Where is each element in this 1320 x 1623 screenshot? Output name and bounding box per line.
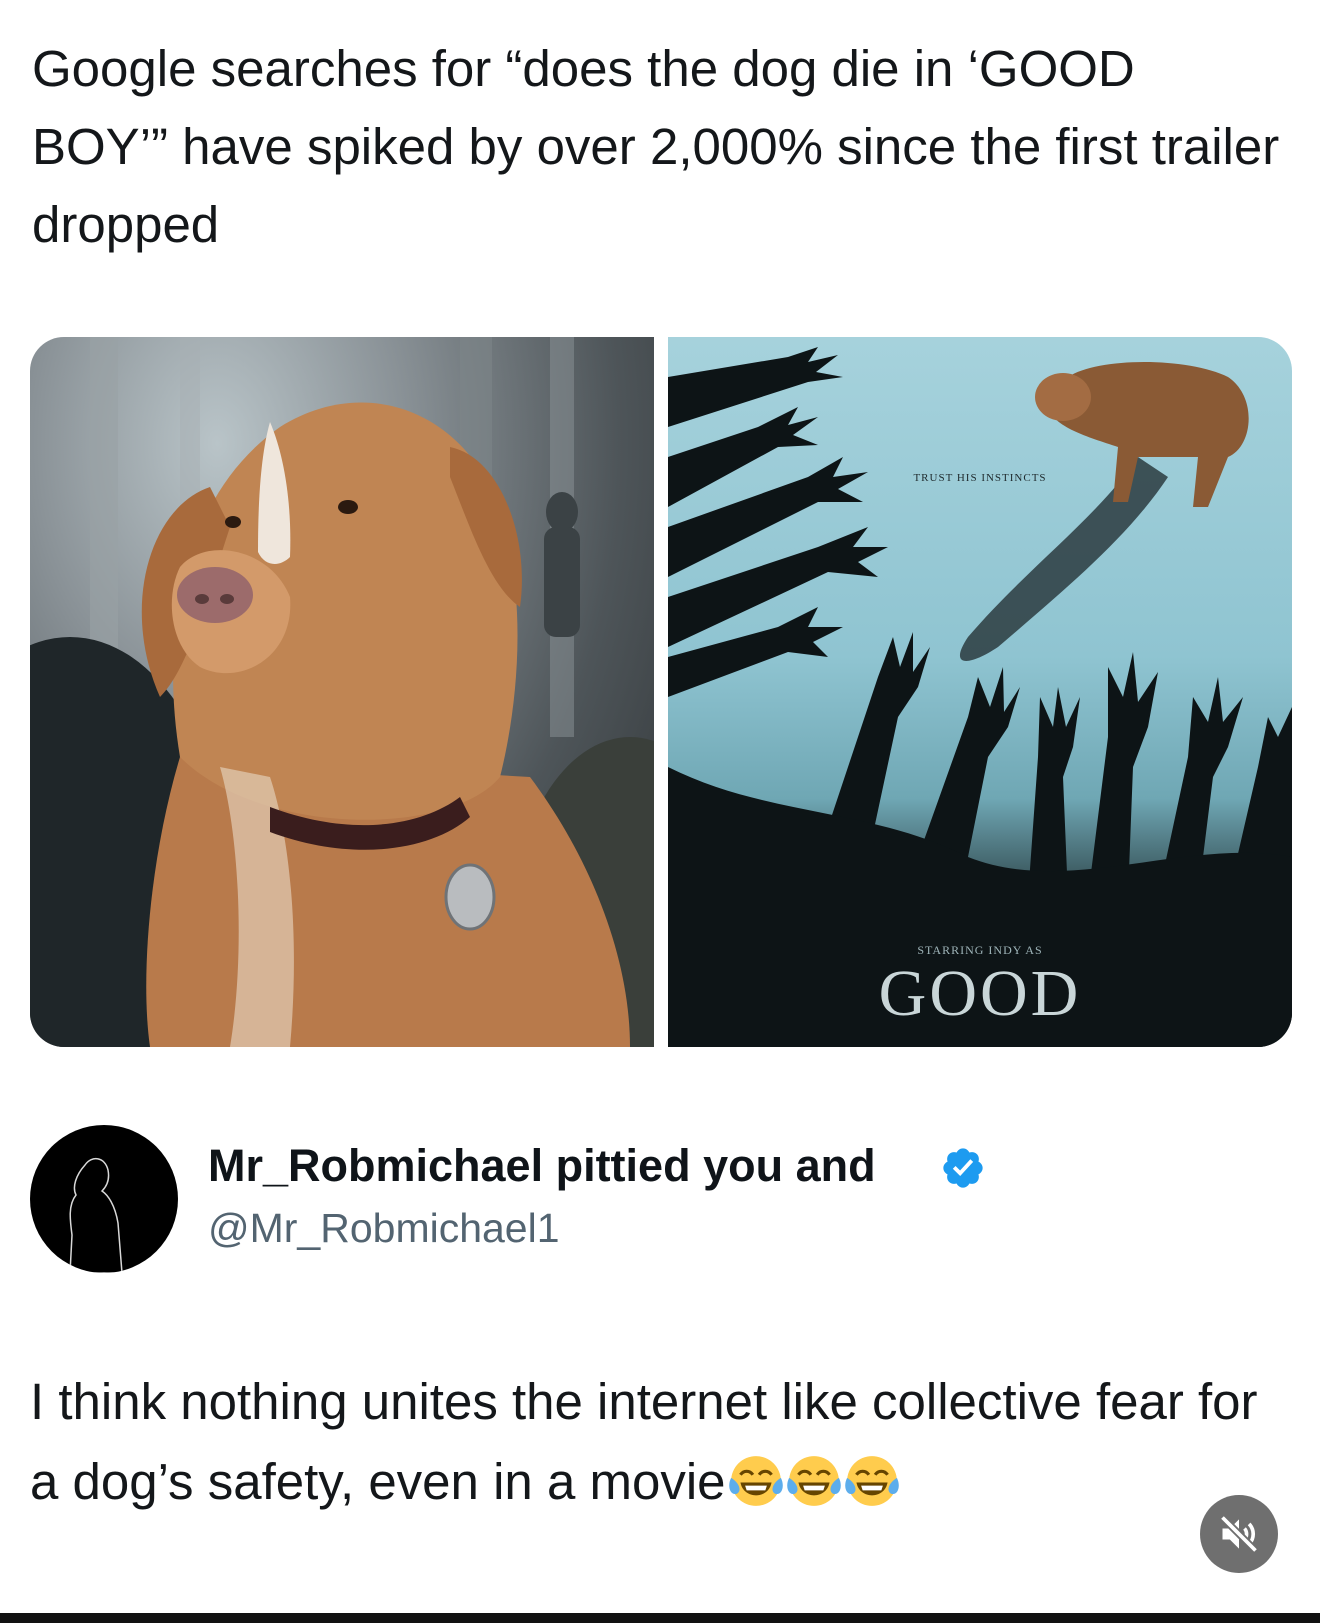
poster-starring: STARRING INDY AS [917, 943, 1043, 957]
face-with-tears-of-joy-icon [786, 1456, 841, 1506]
face-with-tears-of-joy-icon [728, 1456, 783, 1506]
silhouette-icon [69, 1158, 123, 1273]
verified-badge-icon [943, 1148, 983, 1188]
dog-photo[interactable] [30, 337, 654, 1047]
display-name[interactable]: Mr_Robmichael pittied you and [208, 1140, 876, 1192]
poster-title: GOOD [878, 957, 1082, 1030]
reply-text-content: I think nothing unites the internet like… [30, 1373, 1258, 1510]
face-with-tears-of-joy-icon [844, 1456, 899, 1506]
reply-text: I think nothing unites the internet like… [30, 1362, 1290, 1522]
muted-speaker-icon [1219, 1514, 1259, 1554]
dog-illustration [30, 337, 654, 1047]
bottom-bar [0, 1613, 1320, 1623]
poster-illustration [668, 347, 1292, 1047]
movie-poster[interactable]: TRUST HIS INSTINCTS STARRING INDY AS GOO… [668, 337, 1292, 1047]
poster-tagline: TRUST HIS INSTINCTS [913, 472, 1047, 484]
handle[interactable]: @Mr_Robmichael1 [208, 1205, 560, 1252]
avatar[interactable] [30, 1125, 178, 1273]
post-headline: Google searches for “does the dog die in… [32, 40, 1280, 253]
mute-button[interactable] [1200, 1495, 1278, 1573]
